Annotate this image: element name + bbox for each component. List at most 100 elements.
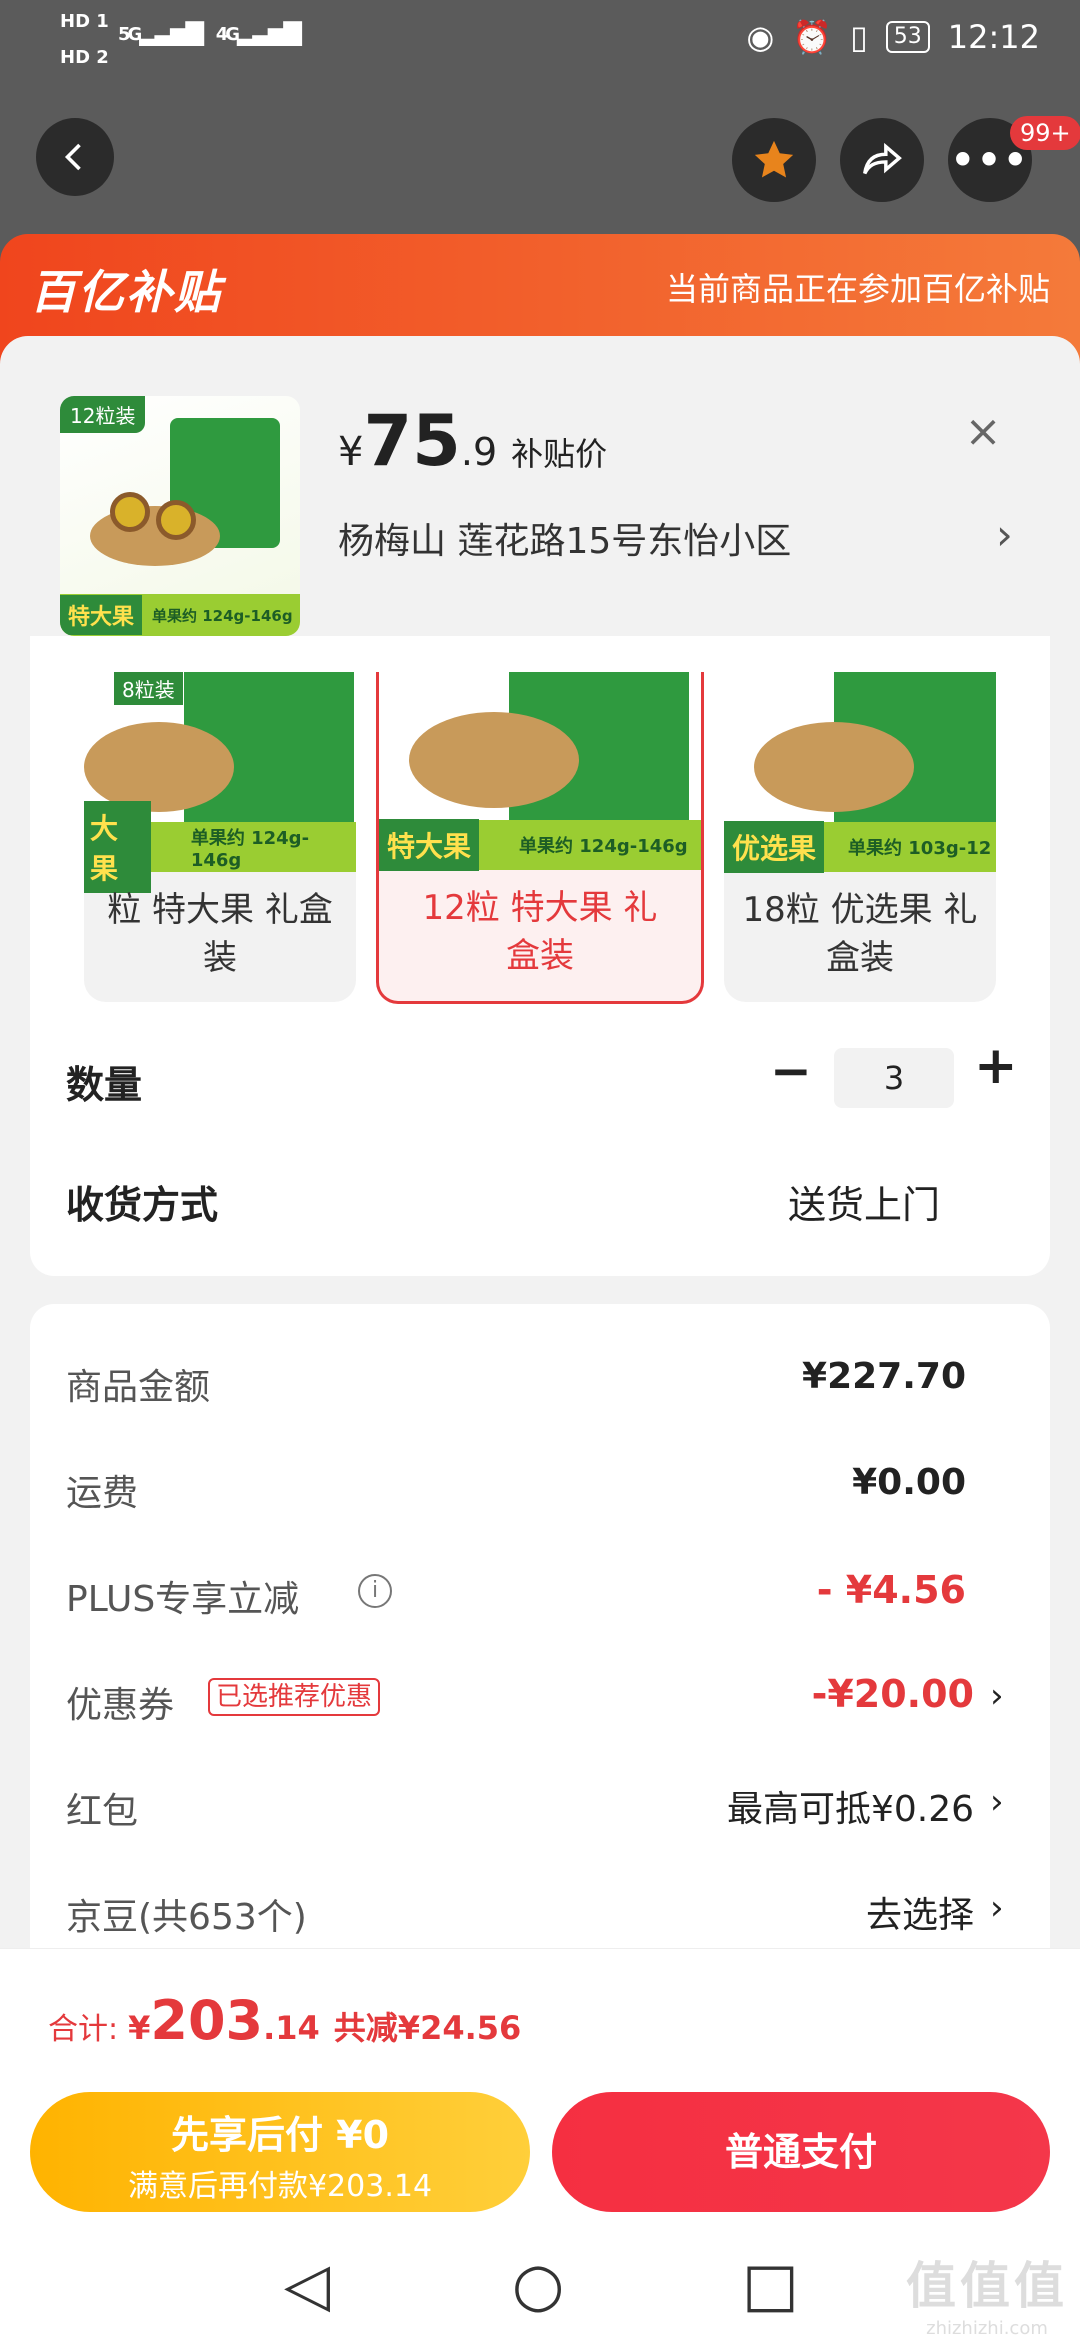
net2-label: 4G [215, 24, 240, 45]
status-right: ◉ ⏰ ▯ 53 12:12 [746, 18, 1040, 56]
pay-button[interactable]: 普通支付 [552, 2092, 1050, 2212]
variant-name: 18粒 优选果 礼 盒装 [724, 886, 996, 982]
variant-card[interactable]: 优选果 单果约 103g-12 18粒 优选果 礼 盒装 [724, 672, 996, 1002]
price-int: 75 [363, 400, 461, 482]
variant-card[interactable]: 8粒装 大果 单果约 124g-146g 粒 特大果 礼盒 装 [84, 672, 356, 1002]
thumb-sub: 单果约 124g-146g [152, 606, 293, 625]
pay-later-title: 先享后付 ¥0 [170, 2113, 390, 2157]
coupon-tag: 已选推荐优惠 [208, 1678, 381, 1716]
total-int: 203 [150, 1989, 264, 2052]
watermark: 值值值 zhizhizhi.com [906, 2246, 1068, 2339]
back-button[interactable] [36, 118, 114, 196]
plus-value: - ¥4.56 [816, 1568, 966, 1612]
variant-sub: 单果约 124g-146g [190, 827, 310, 871]
variant-name: 粒 特大果 礼盒 装 [84, 886, 356, 982]
hd2-label: HD 2 [60, 47, 109, 68]
plus-label: PLUS专享立减 [66, 1579, 300, 1620]
eye-icon: ◉ [746, 18, 775, 56]
redpack-value[interactable]: 最高可抵¥0.26 [727, 1780, 974, 1832]
nav-back-icon[interactable]: ◁ [284, 2250, 330, 2320]
variant-name-line1: 18粒 优选果 礼 [742, 890, 978, 930]
variant-tag: 特大果 [379, 819, 480, 871]
price-dec: .9 [460, 430, 498, 474]
close-button[interactable]: × [948, 396, 1018, 466]
watermark-sub: zhizhizhi.com [926, 2318, 1048, 2339]
pay-later-sub: 满意后再付款¥203.14 [127, 2169, 433, 2204]
variant-image [379, 672, 701, 820]
price: ¥ 75 .9 补贴价 [338, 400, 607, 482]
price-currency: ¥ [338, 429, 364, 475]
quantity-label: 数量 [66, 1063, 143, 1107]
status-bar: HD 1 HD 2 5G▂▃▅▇ 4G▂▃▅▇ ◉ ⏰ ▯ 53 12:12 [0, 0, 1080, 80]
watermark-text: 值值值 [906, 2257, 1068, 2315]
share-icon [863, 142, 902, 175]
shipping-value: ¥0.00 [852, 1462, 966, 1503]
vibrate-icon: ▯ [850, 18, 868, 56]
kiwi-plate-icon [754, 722, 914, 812]
price-label: 补贴价 [511, 435, 608, 473]
redpack-chevron-icon[interactable]: › [990, 1782, 1004, 1822]
kiwi-icon [156, 500, 196, 540]
delivery-label: 收货方式 [66, 1183, 219, 1227]
kiwi-plate-icon [84, 722, 234, 812]
pay-later-button[interactable]: 先享后付 ¥0 满意后再付款¥203.14 [30, 2092, 530, 2212]
star-icon [754, 140, 794, 178]
variant-box-tag: 8粒装 [114, 672, 183, 705]
chevron-left-icon [64, 143, 81, 171]
favorite-button[interactable] [732, 118, 816, 202]
delivery-value[interactable]: 送货上门 [788, 1174, 940, 1229]
variant-name-line1: 12粒 特大果 礼 [422, 888, 658, 928]
variant-name-line1: 粒 特大果 礼盒 [107, 890, 333, 930]
thumb-strip: 特大果 单果约 124g-146g [60, 594, 300, 636]
variant-name-line2: 盒装 [506, 936, 574, 976]
beans-chevron-icon[interactable]: › [990, 1888, 1004, 1928]
address-chevron-icon[interactable]: › [996, 510, 1013, 559]
coupon-chevron-icon[interactable]: › [990, 1676, 1004, 1716]
variant-strip: 优选果 单果约 103g-12 [724, 821, 996, 873]
total: 合计: ¥ 203 .14 共减¥24.56 [48, 1989, 521, 2052]
total-label: 合计: [48, 2012, 119, 2047]
variant-tag: 优选果 [724, 821, 825, 873]
hd-indicators: HD 1 HD 2 [60, 12, 109, 68]
variant-strip: 特大果 单果约 124g-146g [379, 819, 701, 871]
quantity-plus-button[interactable]: + [974, 1036, 1018, 1096]
system-nav-bar: ◁ ○ □ 值值值 zhizhizhi.com [0, 2230, 1080, 2340]
hd1-label: HD 1 [60, 11, 109, 32]
battery-icon: 53 [885, 21, 930, 53]
subsidy-logo: 百亿补贴 [30, 265, 222, 319]
beans-label: 京豆(共653个) [66, 1897, 307, 1938]
thumb-label: 特大果 [60, 595, 143, 635]
total-currency: ¥ [128, 2009, 151, 2047]
shipping-label: 运费 [66, 1473, 139, 1514]
thumb-tag: 12粒装 [60, 396, 146, 433]
variant-sub: 单果约 103g-12 [848, 838, 992, 859]
signal-icon: 5G▂▃▅▇ 4G▂▃▅▇ [118, 18, 302, 46]
nav-recent-icon[interactable]: □ [742, 2250, 799, 2320]
variant-name-line2: 盒装 [826, 938, 894, 978]
coupon-label: 优惠券 [66, 1685, 175, 1726]
product-thumbnail: 12粒装 特大果 单果约 124g-146g [60, 396, 300, 636]
variant-name: 12粒 特大果 礼 盒装 [379, 884, 701, 980]
total-bar: 合计: ¥ 203 .14 共减¥24.56 [0, 1948, 1080, 2078]
kiwi-plate-icon [409, 712, 579, 808]
quantity-input[interactable]: 3 [834, 1048, 954, 1108]
notification-badge: 99+ [1010, 116, 1080, 150]
variant-sub: 单果约 124g-146g [519, 836, 688, 857]
info-icon[interactable]: i [358, 1574, 392, 1608]
coupon-value[interactable]: -¥20.00 [812, 1672, 974, 1716]
redpack-label: 红包 [66, 1791, 139, 1832]
amount-label: 商品金额 [66, 1367, 211, 1408]
variant-image: 8粒装 [84, 672, 356, 822]
variant-tag: 大果 [84, 801, 151, 893]
nav-home-icon[interactable]: ○ [512, 2250, 564, 2320]
kiwi-icon [110, 492, 150, 532]
alarm-icon: ⏰ [792, 18, 833, 56]
address[interactable]: 杨梅山 莲花路15号东怡小区 [338, 512, 791, 564]
net1-label: 5G [118, 24, 142, 45]
total-saved: 共减¥24.56 [333, 2009, 522, 2047]
share-button[interactable] [840, 118, 924, 202]
quantity-minus-button[interactable]: − [770, 1042, 812, 1100]
variant-card-selected[interactable]: 特大果 单果约 124g-146g 12粒 特大果 礼 盒装 [376, 672, 704, 1004]
total-dec: .14 [263, 2009, 320, 2047]
beans-value[interactable]: 去选择 [866, 1886, 974, 1938]
